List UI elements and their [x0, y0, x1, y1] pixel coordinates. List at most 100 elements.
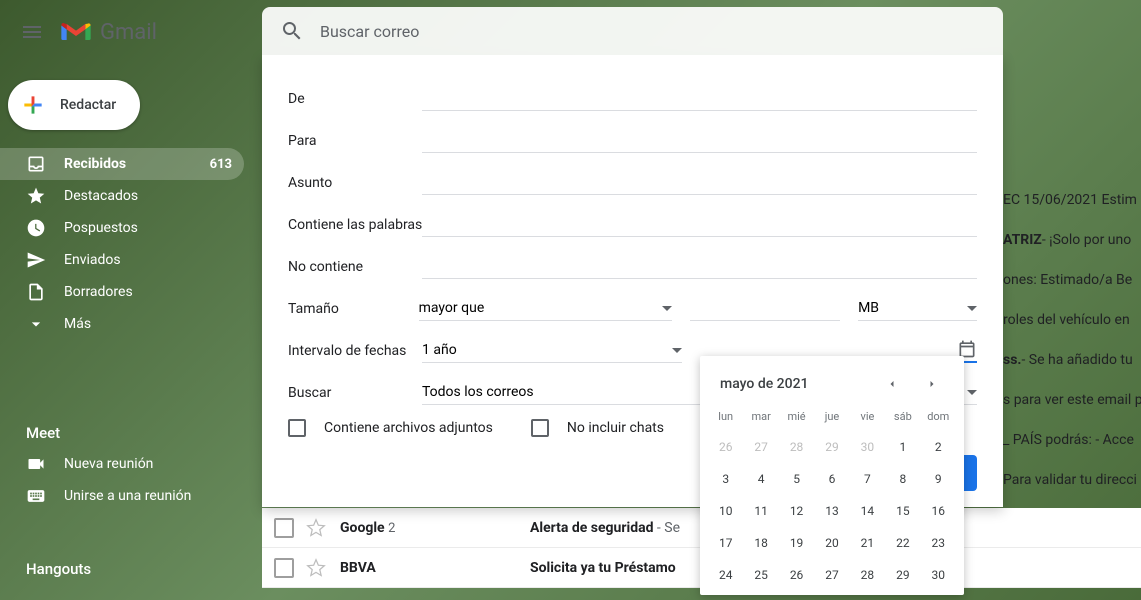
mail-checkbox[interactable] [274, 558, 294, 578]
datepicker-day[interactable]: 26 [708, 431, 743, 463]
prev-month-button[interactable] [880, 372, 904, 396]
gmail-text: Gmail [100, 20, 157, 45]
email-snippet[interactable]: roles del vehículo en [1003, 300, 1141, 340]
datepicker-day[interactable]: 30 [850, 431, 885, 463]
sidebar-item-inbox[interactable]: Recibidos 613 [0, 148, 244, 180]
haswords-input[interactable] [422, 214, 977, 237]
datepicker-day[interactable]: 16 [921, 495, 956, 527]
mail-checkbox[interactable] [274, 518, 294, 538]
datepicker-day[interactable]: 27 [814, 559, 849, 591]
mail-sender: BBVA [340, 560, 530, 576]
datepicker-day[interactable]: 19 [779, 527, 814, 559]
datepicker-day[interactable]: 28 [779, 431, 814, 463]
new-meeting-button[interactable]: Nueva reunión [0, 448, 244, 480]
datepicker-day[interactable]: 1 [885, 431, 920, 463]
mail-sender: Google 2 [340, 520, 530, 536]
email-snippet[interactable]: EC 15/06/2021 Estim [1003, 180, 1141, 220]
size-unit-select[interactable]: MB [858, 298, 977, 321]
star-icon[interactable] [306, 518, 326, 538]
haswords-label: Contiene las palabras [288, 217, 422, 237]
datepicker-day[interactable]: 9 [921, 463, 956, 495]
star-icon[interactable] [306, 558, 326, 578]
size-op-select[interactable]: mayor que [419, 298, 672, 321]
datepicker-day[interactable]: 12 [779, 495, 814, 527]
datepicker-day[interactable]: 14 [850, 495, 885, 527]
email-snippet[interactable]: _ PAÍS podrás: - Acce [1003, 420, 1141, 460]
inbox-icon [26, 154, 46, 174]
search-input[interactable] [312, 22, 993, 41]
datepicker-day[interactable]: 24 [708, 559, 743, 591]
datepicker-day[interactable]: 2 [921, 431, 956, 463]
no-chats-checkbox[interactable]: No incluir chats [531, 419, 664, 437]
datepicker-dow: dom [921, 406, 956, 431]
datepicker-day[interactable]: 8 [885, 463, 920, 495]
sidebar-item-sent[interactable]: Enviados [0, 244, 244, 276]
datepicker-day[interactable]: 29 [885, 559, 920, 591]
main-menu-button[interactable] [8, 8, 56, 56]
compose-button[interactable]: Redactar [8, 80, 140, 130]
send-icon [26, 250, 46, 270]
sidebar-item-label: Pospuestos [64, 220, 232, 236]
datepicker-day[interactable]: 30 [921, 559, 956, 591]
nothas-input[interactable] [422, 256, 977, 279]
datepicker-day[interactable]: 6 [814, 463, 849, 495]
size-value-input[interactable] [690, 298, 840, 321]
email-snippet[interactable]: ATRIZ - ¡Solo por uno [1003, 220, 1141, 260]
datepicker-day[interactable]: 27 [743, 431, 778, 463]
datepicker-day[interactable]: 5 [779, 463, 814, 495]
datepicker-day[interactable]: 18 [743, 527, 778, 559]
datepicker-day[interactable]: 17 [708, 527, 743, 559]
email-snippet[interactable]: s para ver este email p [1003, 380, 1141, 420]
datepicker-day[interactable]: 3 [708, 463, 743, 495]
checkbox-icon [531, 419, 549, 437]
gmail-logo[interactable]: Gmail [60, 20, 157, 45]
has-attachment-checkbox[interactable]: Contiene archivos adjuntos [288, 419, 493, 437]
from-input[interactable] [422, 88, 977, 111]
sidebar-item-snoozed[interactable]: Pospuestos [0, 212, 244, 244]
chevron-down-icon [662, 306, 672, 311]
datepicker-day[interactable]: 11 [743, 495, 778, 527]
sidebar-item-count: 613 [210, 157, 232, 172]
datepicker-day[interactable]: 28 [850, 559, 885, 591]
email-snippet[interactable]: ones: Estimado/a Be [1003, 260, 1141, 300]
datepicker-day[interactable]: 21 [850, 527, 885, 559]
next-month-button[interactable] [920, 372, 944, 396]
subject-input[interactable] [422, 172, 977, 195]
to-label: Para [288, 133, 422, 153]
file-icon [26, 282, 46, 302]
email-snippet[interactable]: Para validar tu direcci [1003, 460, 1141, 500]
datepicker-dow: vie [850, 406, 885, 431]
sidebar-item-drafts[interactable]: Borradores [0, 276, 244, 308]
datepicker-day[interactable]: 15 [885, 495, 920, 527]
datepicker-day[interactable]: 4 [743, 463, 778, 495]
datepicker-day[interactable]: 26 [779, 559, 814, 591]
join-meeting-button[interactable]: Unirse a una reunión [0, 480, 244, 512]
datepicker-dow: lun [708, 406, 743, 431]
datepicker-day[interactable]: 23 [921, 527, 956, 559]
datepicker-day[interactable]: 29 [814, 431, 849, 463]
sidebar-item-more[interactable]: Más [0, 308, 244, 340]
search-bar [262, 7, 1003, 55]
datepicker-day[interactable]: 13 [814, 495, 849, 527]
datepicker-dow: sáb [885, 406, 920, 431]
datepicker-day[interactable]: 7 [850, 463, 885, 495]
search-icon[interactable] [272, 11, 312, 51]
sidebar-item-starred[interactable]: Destacados [0, 180, 244, 212]
date-picker: mayo de 2021 lunmarmiéjueviesábdom262728… [700, 356, 964, 595]
meet-section-title: Meet [0, 424, 256, 448]
size-label: Tamaño [288, 301, 419, 321]
datepicker-day[interactable]: 10 [708, 495, 743, 527]
daterange-select[interactable]: 1 año [422, 340, 682, 363]
datepicker-day[interactable]: 22 [885, 527, 920, 559]
datepicker-day[interactable]: 25 [743, 559, 778, 591]
hangouts-section-title: Hangouts [26, 560, 91, 578]
sidebar-item-label: Recibidos [64, 156, 210, 172]
plus-icon [20, 92, 46, 118]
to-input[interactable] [422, 130, 977, 153]
chevron-down-icon [26, 314, 46, 334]
datepicker-dow: jue [814, 406, 849, 431]
chevron-down-icon [672, 348, 682, 353]
email-snippet[interactable]: ss. - Se ha añadido tu [1003, 340, 1141, 380]
sidebar-item-label: Borradores [64, 284, 232, 300]
datepicker-day[interactable]: 20 [814, 527, 849, 559]
